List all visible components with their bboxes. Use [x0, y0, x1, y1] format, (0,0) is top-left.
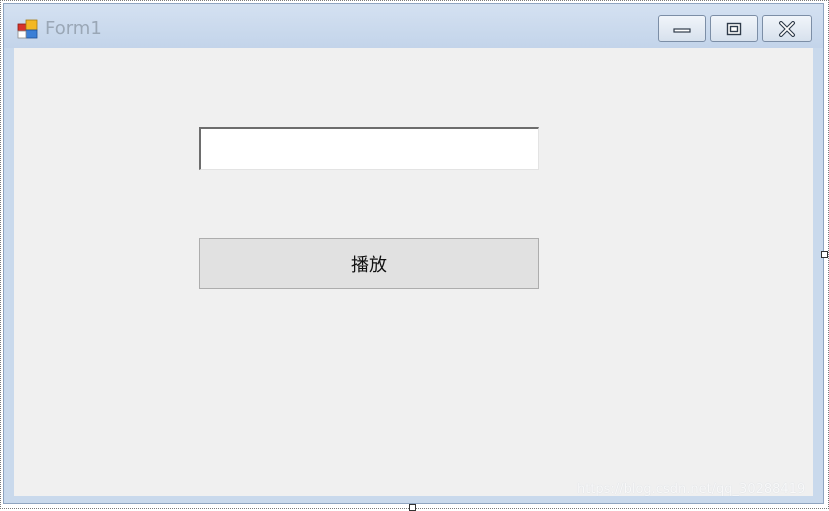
text-input[interactable]	[199, 127, 539, 170]
form-client-area: 播放	[14, 48, 813, 496]
maximize-icon	[726, 22, 742, 36]
maximize-button[interactable]	[710, 15, 758, 42]
play-button-label: 播放	[351, 254, 387, 276]
minimize-button[interactable]	[658, 15, 706, 42]
resize-handle-bottom[interactable]	[409, 504, 416, 511]
title-bar[interactable]: Form1	[4, 4, 823, 48]
play-button[interactable]: 播放	[199, 238, 539, 289]
minimize-icon	[673, 24, 691, 34]
watermark-text: https://blog.csdn.net/qq_30288419	[577, 482, 806, 497]
form-window: Form1 播放	[3, 3, 824, 504]
close-icon	[778, 20, 796, 37]
resize-handle-right[interactable]	[821, 251, 828, 258]
form-app-icon	[17, 19, 39, 39]
window-title: Form1	[45, 18, 102, 39]
close-button[interactable]	[762, 15, 812, 42]
